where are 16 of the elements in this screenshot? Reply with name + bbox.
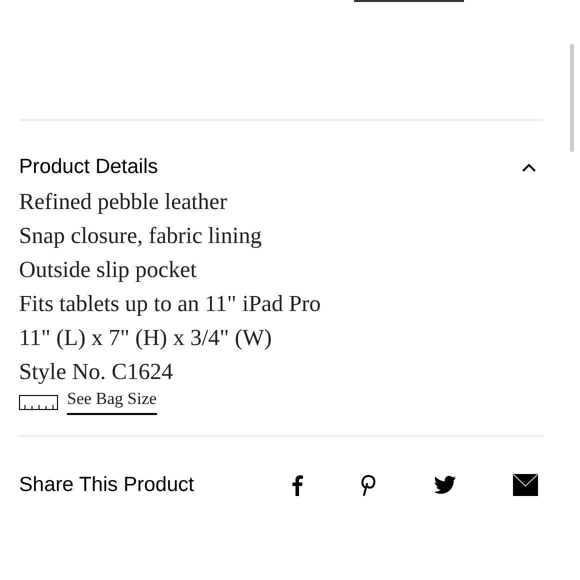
detail-line: Refined pebble leather [19,188,228,216]
detail-line: Outside slip pocket [19,256,198,284]
detail-line: Snap closure, fabric lining [19,222,263,250]
share-heading: Share This Product [19,473,196,497]
detail-line: Fits tablets up to an 11" iPad Pro [19,290,322,318]
chevron-icon [522,162,536,172]
pinterest-icon[interactable] [360,474,376,496]
size-link[interactable]: See Bag Size [67,389,157,415]
ruler-icon [19,394,58,410]
detail-line: Style No. C1624 [19,358,174,386]
accordion-header[interactable]: Product Details [19,153,543,181]
detail-line: 11" (L) x 7" (H) x 3/4" (W) [19,324,273,352]
mail-icon[interactable] [512,474,538,496]
bird-icon[interactable] [434,475,456,495]
facebook-icon[interactable] [291,474,303,496]
scrollbar[interactable] [570,44,574,152]
